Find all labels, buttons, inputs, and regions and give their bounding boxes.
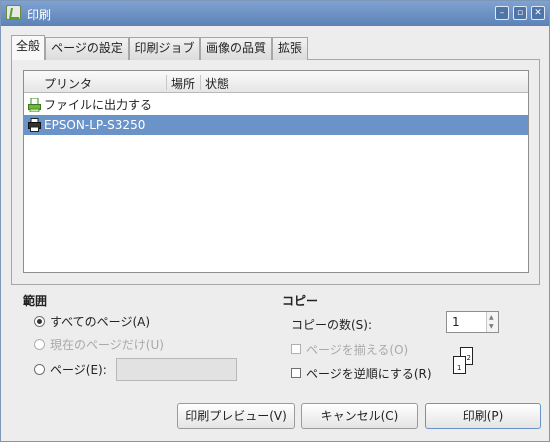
all-pages-label[interactable]: すべてのページ(A) bbox=[50, 313, 150, 330]
column-header-printer[interactable]: プリンタ bbox=[44, 75, 92, 92]
tab-print-job[interactable]: 印刷ジョブ bbox=[129, 37, 200, 60]
page-range-radio[interactable] bbox=[34, 364, 45, 375]
printer-name: EPSON-LP-S3250 bbox=[44, 118, 146, 132]
tab-page-setup[interactable]: ページの設定 bbox=[45, 37, 129, 60]
reverse-label[interactable]: ページを逆順にする(R) bbox=[306, 365, 432, 382]
all-pages-radio[interactable] bbox=[34, 316, 45, 327]
maximize-button[interactable]: ▫ bbox=[513, 6, 527, 20]
printer-row-file[interactable]: ファイルに出力する bbox=[24, 95, 528, 115]
tab-image-quality[interactable]: 画像の品質 bbox=[200, 37, 272, 60]
tab-advanced[interactable]: 拡張 bbox=[272, 37, 308, 60]
cancel-button[interactable]: キャンセル(C) bbox=[301, 403, 418, 429]
page-order-icon: 2 1 bbox=[451, 347, 475, 377]
print-preview-button[interactable]: 印刷プレビュー(V) bbox=[177, 403, 295, 429]
copies-spinbox[interactable]: 1 ▲ ▼ bbox=[446, 311, 499, 333]
app-icon bbox=[6, 5, 21, 20]
title-bar: 印刷 – ▫ ✕ bbox=[1, 1, 549, 26]
print-dialog: 印刷 – ▫ ✕ プリンタ 場所 状態 ファイルに出力する EPSON-LP-S… bbox=[0, 0, 550, 442]
printer-row-epson[interactable]: EPSON-LP-S3250 bbox=[24, 115, 528, 135]
column-header-location[interactable]: 場所 bbox=[171, 75, 195, 92]
printer-name: ファイルに出力する bbox=[44, 98, 153, 112]
spin-down-icon[interactable]: ▼ bbox=[489, 323, 494, 331]
printer-icon bbox=[28, 118, 41, 132]
copies-count-value: 1 bbox=[452, 315, 460, 329]
print-button[interactable]: 印刷(P) bbox=[425, 403, 541, 429]
copies-heading: コピー bbox=[282, 294, 319, 308]
file-printer-icon bbox=[28, 98, 41, 112]
printer-list[interactable]: プリンタ 場所 状態 ファイルに出力する EPSON-LP-S3250 bbox=[23, 70, 529, 273]
range-heading: 範囲 bbox=[23, 294, 48, 308]
collate-checkbox bbox=[291, 344, 301, 354]
close-button[interactable]: ✕ bbox=[531, 6, 545, 20]
spin-up-icon[interactable]: ▲ bbox=[489, 314, 494, 322]
window-title: 印刷 bbox=[27, 8, 52, 22]
tab-general[interactable]: 全般 bbox=[11, 35, 45, 60]
page-range-input bbox=[116, 358, 237, 381]
spin-arrows[interactable]: ▲ ▼ bbox=[486, 312, 498, 332]
collate-label: ページを揃える(O) bbox=[306, 343, 409, 357]
copies-count-label: コピーの数(S): bbox=[291, 318, 373, 332]
reverse-checkbox[interactable] bbox=[291, 368, 301, 378]
current-page-label: 現在のページだけ(U) bbox=[50, 338, 164, 352]
printer-list-header: プリンタ 場所 状態 bbox=[24, 71, 528, 93]
general-tab-panel: プリンタ 場所 状態 ファイルに出力する EPSON-LP-S3250 bbox=[11, 59, 540, 285]
page-range-label[interactable]: ページ(E): bbox=[50, 361, 107, 378]
minimize-button[interactable]: – bbox=[495, 6, 509, 20]
column-header-status[interactable]: 状態 bbox=[205, 75, 229, 92]
current-page-radio bbox=[34, 339, 45, 350]
